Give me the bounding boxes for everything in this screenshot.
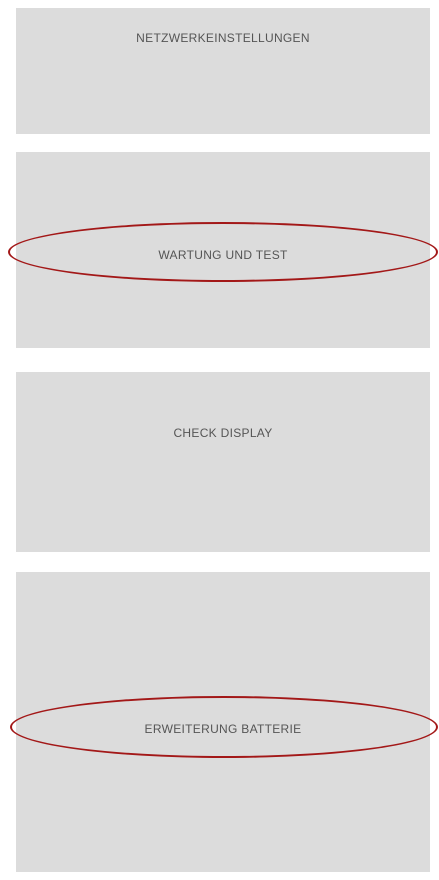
menu-tile-check-display[interactable]: CHECK DISPLAY [16,372,430,552]
menu-tile-label: CHECK DISPLAY [173,426,273,440]
menu-tile-label: NETZWERKEINSTELLUNGEN [136,31,310,45]
menu-tile-wartung-und-test[interactable]: WARTUNG UND TEST [16,152,430,348]
menu-tile-label: WARTUNG UND TEST [158,248,288,262]
menu-tile-label: ERWEITERUNG BATTERIE [144,722,302,736]
menu-tile-netzwerkeinstellungen[interactable]: NETZWERKEINSTELLUNGEN [16,8,430,134]
menu-tile-erweiterung-batterie[interactable]: ERWEITERUNG BATTERIE [16,572,430,872]
